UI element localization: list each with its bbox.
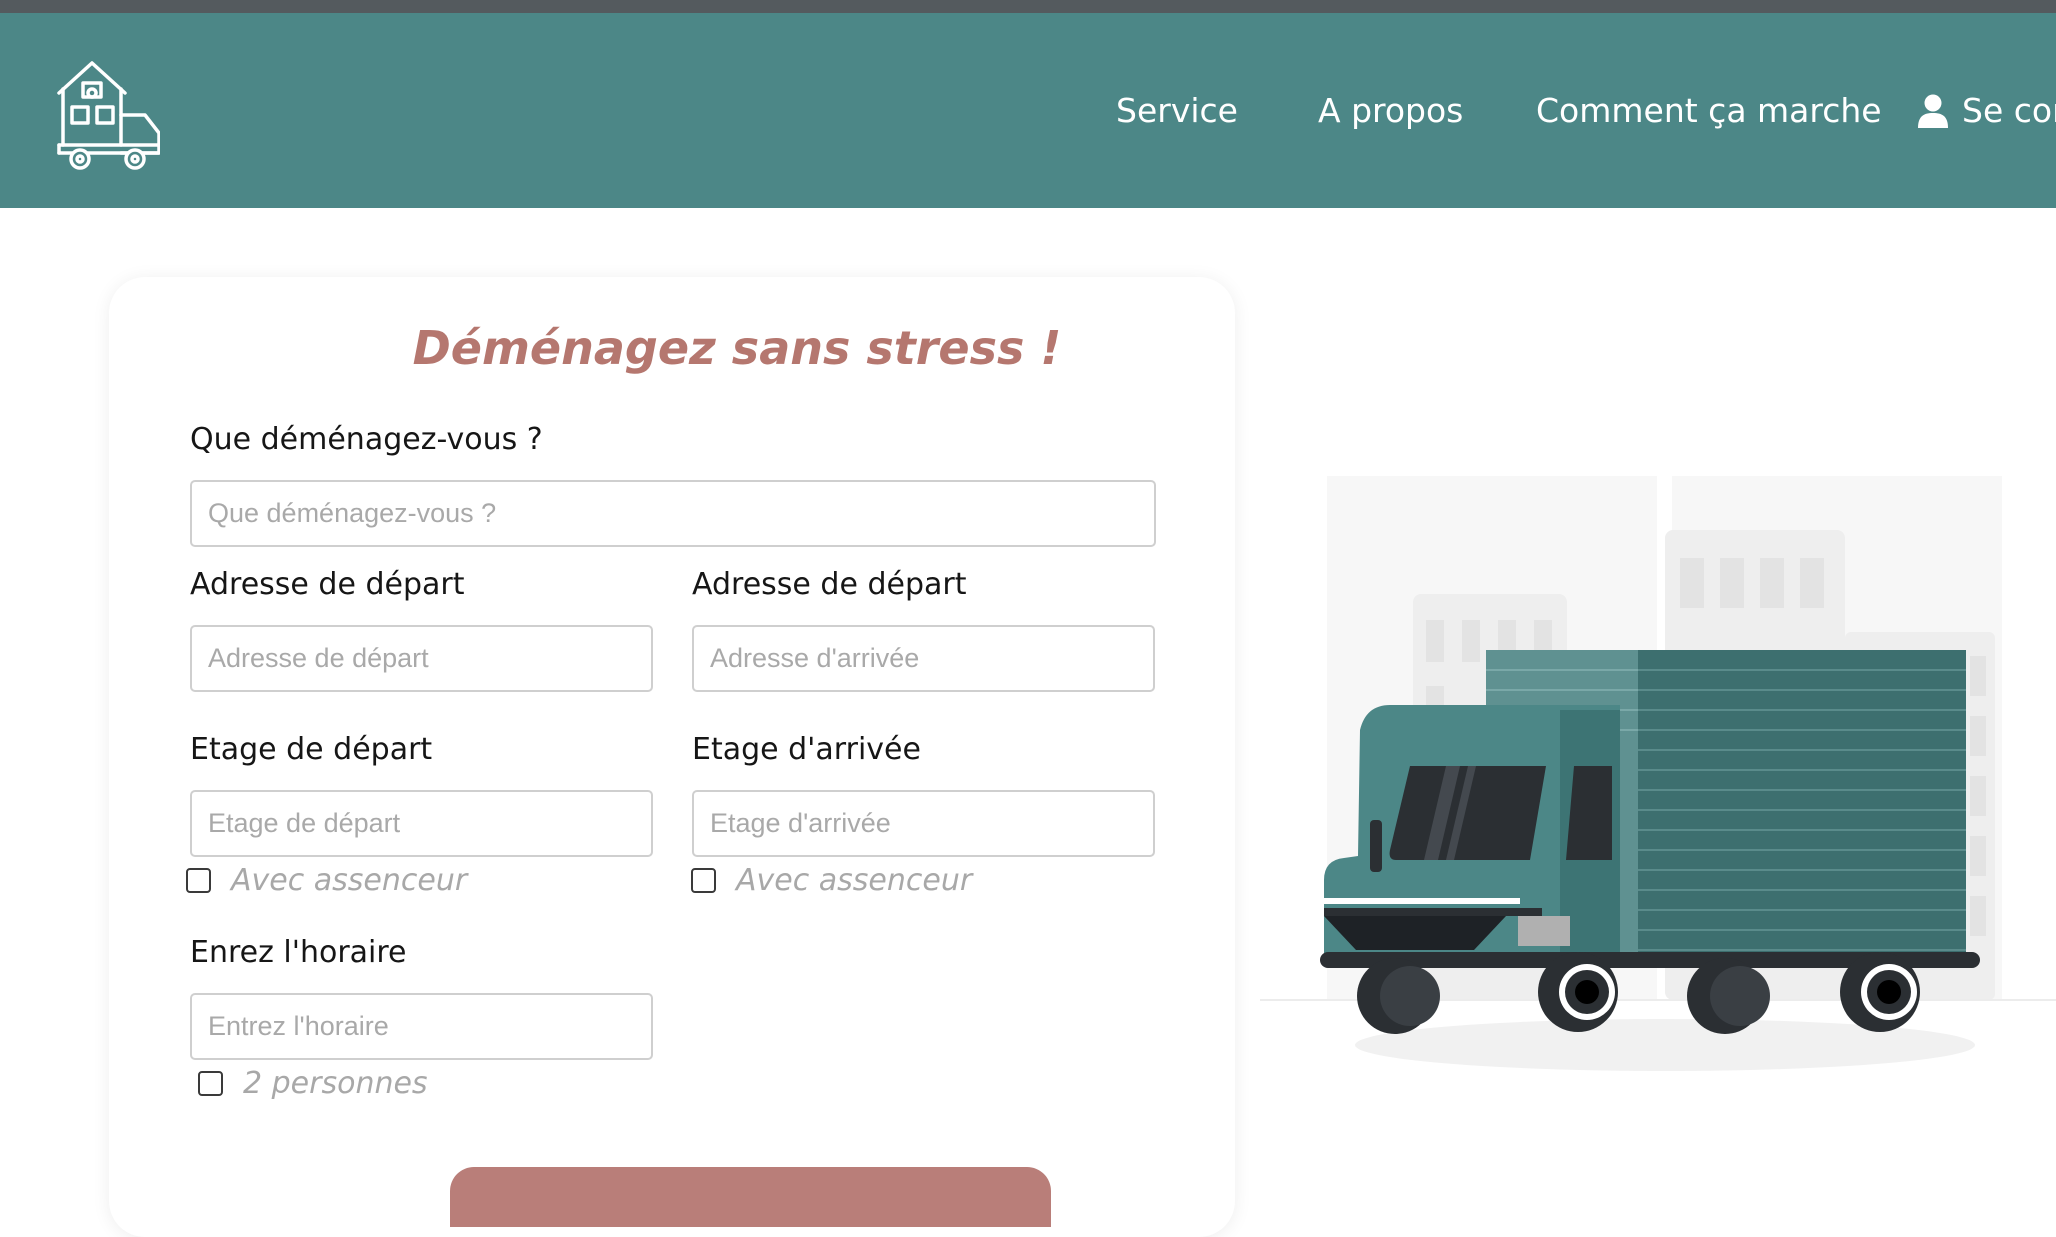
house-truck-logo-icon[interactable] bbox=[55, 53, 160, 173]
what-input[interactable] bbox=[190, 480, 1156, 547]
nav-comment-ca-marche[interactable]: Comment ça marche bbox=[1536, 91, 1882, 130]
two-people-label: 2 personnes bbox=[243, 1066, 428, 1101]
arrival-floor-input[interactable] bbox=[692, 790, 1155, 857]
what-label: Que déménagez-vous ? bbox=[190, 422, 543, 457]
submit-button[interactable] bbox=[450, 1167, 1051, 1227]
departure-address-label: Adresse de départ bbox=[190, 567, 465, 602]
nav-login-label: Se cor bbox=[1962, 91, 2056, 130]
two-people-checkbox[interactable] bbox=[198, 1071, 223, 1096]
navbar: Service A propos Comment ça marche Se co… bbox=[0, 13, 2056, 208]
two-people-option: 2 personnes bbox=[198, 1066, 428, 1101]
arrival-elevator-checkbox[interactable] bbox=[691, 868, 716, 893]
arrival-floor-label: Etage d'arrivée bbox=[692, 732, 921, 767]
departure-address-input[interactable] bbox=[190, 625, 653, 692]
arrival-address-label: Adresse de départ bbox=[692, 567, 967, 602]
arrival-address-input[interactable] bbox=[692, 625, 1155, 692]
schedule-label: Enrez l'horaire bbox=[190, 935, 407, 970]
form-title: Déménagez sans stress ! bbox=[412, 321, 1062, 375]
nav-a-propos[interactable]: A propos bbox=[1318, 91, 1463, 130]
arrival-elevator-option: Avec assenceur bbox=[691, 863, 972, 898]
departure-elevator-option: Avec assenceur bbox=[186, 863, 467, 898]
departure-elevator-label: Avec assenceur bbox=[231, 863, 468, 898]
arrival-elevator-label: Avec assenceur bbox=[736, 863, 973, 898]
user-icon bbox=[1918, 94, 1948, 128]
browser-top-strip bbox=[0, 0, 2056, 13]
departure-floor-label: Etage de départ bbox=[190, 732, 433, 767]
nav-login[interactable]: Se cor bbox=[1918, 91, 2056, 130]
moving-truck-illustration bbox=[1260, 476, 2056, 1071]
departure-elevator-checkbox[interactable] bbox=[186, 868, 211, 893]
departure-floor-input[interactable] bbox=[190, 790, 653, 857]
moving-form-card: Déménagez sans stress ! Que déménagez-vo… bbox=[109, 277, 1235, 1237]
schedule-input[interactable] bbox=[190, 993, 653, 1060]
nav-service[interactable]: Service bbox=[1116, 91, 1238, 130]
